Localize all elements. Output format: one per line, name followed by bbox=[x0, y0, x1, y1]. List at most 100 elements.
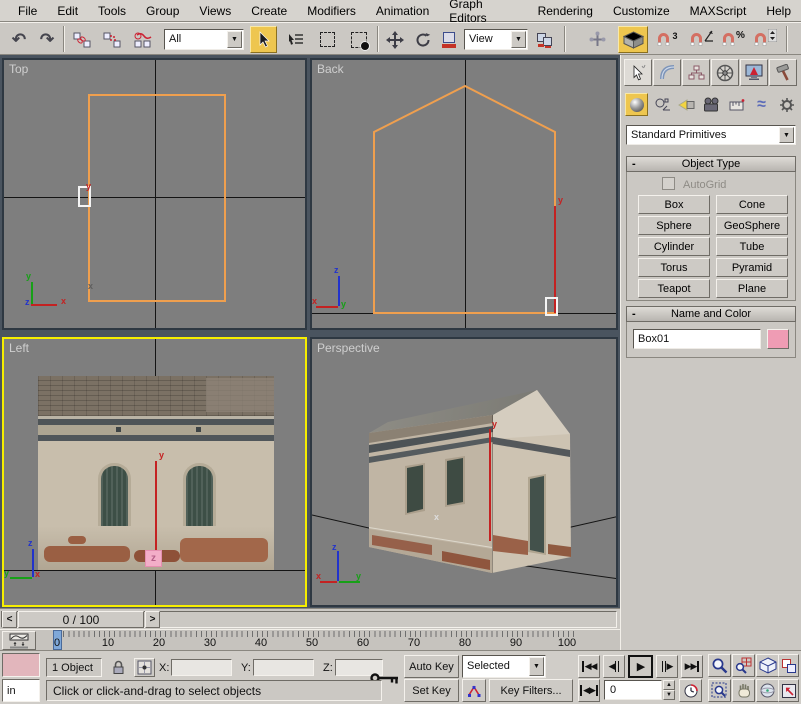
menu-modifiers[interactable]: Modifiers bbox=[297, 2, 366, 20]
selection-lock-toggle[interactable] bbox=[108, 658, 128, 677]
min-max-toggle-button[interactable] bbox=[778, 679, 799, 702]
time-configuration-button[interactable] bbox=[679, 679, 702, 702]
zoom-button[interactable] bbox=[708, 654, 731, 677]
redo-button[interactable]: ↷ bbox=[34, 26, 60, 53]
viewport-label[interactable]: Back bbox=[317, 62, 344, 76]
region-zoom-button[interactable] bbox=[708, 679, 731, 702]
maxscript-mini-listener[interactable]: in bbox=[2, 679, 40, 702]
menu-tools[interactable]: Tools bbox=[88, 2, 136, 20]
percent-snap-button[interactable]: % bbox=[718, 26, 748, 53]
menu-animation[interactable]: Animation bbox=[366, 2, 439, 20]
viewport-label[interactable]: Left bbox=[9, 341, 29, 355]
track-bar-ruler[interactable]: 0 10 20 30 40 50 60 70 80 90 100 bbox=[45, 630, 617, 651]
spinner-down-button[interactable]: ▼ bbox=[663, 690, 675, 700]
undo-button[interactable]: ↶ bbox=[6, 26, 32, 53]
frame-spinner[interactable]: ▲ ▼ bbox=[663, 680, 675, 700]
subtab-geometry[interactable] bbox=[625, 93, 648, 116]
zoom-extents-button[interactable] bbox=[756, 654, 779, 677]
menu-edit[interactable]: Edit bbox=[47, 2, 88, 20]
rectangular-selection-region-button[interactable] bbox=[313, 26, 341, 53]
next-frame-arrow-button[interactable]: > bbox=[145, 611, 160, 628]
set-key-button[interactable]: Set Key bbox=[404, 679, 459, 702]
zoom-extents-all-button[interactable] bbox=[778, 654, 799, 677]
snaps-toggle-button[interactable] bbox=[618, 26, 648, 53]
unlink-button[interactable] bbox=[98, 26, 126, 53]
tab-modify[interactable] bbox=[653, 59, 681, 86]
primitive-category-dropdown[interactable]: Standard Primitives ▼ bbox=[626, 125, 796, 145]
select-and-link-button[interactable] bbox=[68, 26, 96, 53]
select-and-move-button[interactable] bbox=[382, 26, 408, 53]
menu-create[interactable]: Create bbox=[241, 2, 297, 20]
default-tangent-button[interactable] bbox=[462, 679, 486, 702]
torus-button[interactable]: Torus bbox=[638, 258, 710, 277]
viewport-label[interactable]: Perspective bbox=[317, 341, 380, 355]
chevron-down-icon[interactable]: ▼ bbox=[529, 657, 544, 676]
y-coordinate-field[interactable] bbox=[253, 659, 314, 676]
select-and-rotate-button[interactable] bbox=[410, 26, 436, 53]
macro-recorder-field[interactable] bbox=[2, 653, 40, 677]
name-color-rollout-header[interactable]: - Name and Color bbox=[626, 306, 796, 322]
angle-snap-button[interactable] bbox=[686, 26, 716, 53]
x-coordinate-field[interactable] bbox=[171, 659, 232, 676]
go-to-start-button[interactable]: ◀◀ bbox=[578, 655, 600, 678]
spinner-snap-button[interactable] bbox=[750, 26, 780, 53]
tab-utilities[interactable] bbox=[769, 59, 797, 86]
absolute-mode-toggle[interactable] bbox=[134, 658, 155, 677]
cylinder-button[interactable]: Cylinder bbox=[638, 237, 710, 256]
subtab-cameras[interactable] bbox=[700, 93, 723, 116]
viewport-back[interactable]: y z x y Back bbox=[310, 58, 618, 330]
viewport-top[interactable]: y x y z x Top bbox=[2, 58, 307, 330]
reference-coordinate-system-dropdown[interactable]: View ▼ bbox=[464, 29, 528, 50]
tab-hierarchy[interactable] bbox=[682, 59, 710, 86]
viewport-label[interactable]: Top bbox=[9, 62, 28, 76]
menu-maxscript[interactable]: MAXScript bbox=[680, 2, 757, 20]
geosphere-button[interactable]: GeoSphere bbox=[716, 216, 788, 235]
auto-key-button[interactable]: Auto Key bbox=[404, 655, 459, 678]
bind-to-space-warp-button[interactable] bbox=[128, 26, 158, 53]
chevron-down-icon[interactable]: ▼ bbox=[779, 127, 794, 143]
autogrid-checkbox[interactable] bbox=[662, 177, 675, 190]
menu-group[interactable]: Group bbox=[136, 2, 189, 20]
key-mode-toggle[interactable]: ◀▶ bbox=[578, 679, 600, 702]
object-name-field[interactable]: Box01 bbox=[633, 329, 761, 349]
plane-button[interactable]: Plane bbox=[716, 279, 788, 298]
select-and-scale-button[interactable] bbox=[436, 26, 462, 53]
subtab-shapes[interactable] bbox=[650, 93, 673, 116]
object-type-rollout-header[interactable]: - Object Type bbox=[626, 156, 796, 172]
previous-frame-arrow-button[interactable]: < bbox=[2, 611, 17, 628]
subtab-space-warps[interactable]: ≈ bbox=[750, 93, 773, 116]
select-and-manipulate-button[interactable] bbox=[584, 26, 610, 53]
window-crossing-button[interactable] bbox=[345, 26, 373, 53]
tab-display[interactable] bbox=[740, 59, 768, 86]
viewport-perspective[interactable]: y x z x y Perspective bbox=[310, 337, 618, 607]
chevron-down-icon[interactable]: ▼ bbox=[511, 31, 526, 48]
menu-customize[interactable]: Customize bbox=[603, 2, 680, 20]
select-by-name-button[interactable] bbox=[281, 26, 309, 53]
object-color-swatch[interactable] bbox=[767, 329, 789, 349]
box-button[interactable]: Box bbox=[638, 195, 710, 214]
time-slider-thumb[interactable]: 0 / 100 bbox=[18, 611, 144, 628]
pan-button[interactable] bbox=[732, 679, 755, 702]
go-to-end-button[interactable]: ▶▶ bbox=[681, 655, 703, 678]
use-pivot-point-center-button[interactable] bbox=[532, 26, 558, 53]
selection-filter-dropdown[interactable]: All ▼ bbox=[164, 29, 244, 50]
previous-frame-button[interactable]: ◀ bbox=[603, 655, 625, 678]
key-filters-button[interactable]: Key Filters... bbox=[489, 679, 573, 702]
pyramid-button[interactable]: Pyramid bbox=[716, 258, 788, 277]
menu-help[interactable]: Help bbox=[756, 2, 801, 20]
next-frame-button[interactable]: ▶ bbox=[656, 655, 678, 678]
key-filter-scope-dropdown[interactable]: Selected ▼ bbox=[462, 655, 546, 678]
spinner-up-button[interactable]: ▲ bbox=[663, 680, 675, 690]
current-frame-field[interactable]: 0 bbox=[604, 680, 662, 700]
subtab-helpers[interactable] bbox=[725, 93, 748, 116]
subtab-lights[interactable] bbox=[675, 93, 698, 116]
tab-create[interactable] bbox=[624, 59, 652, 86]
menu-views[interactable]: Views bbox=[189, 2, 241, 20]
chevron-down-icon[interactable]: ▼ bbox=[227, 31, 242, 48]
teapot-button[interactable]: Teapot bbox=[638, 279, 710, 298]
play-button[interactable]: ▶ bbox=[628, 655, 653, 678]
open-mini-curve-editor-button[interactable] bbox=[2, 631, 36, 650]
viewport-left-active[interactable]: y z z y x Left bbox=[2, 337, 307, 607]
tab-motion[interactable] bbox=[711, 59, 739, 86]
menu-rendering[interactable]: Rendering bbox=[528, 2, 603, 20]
